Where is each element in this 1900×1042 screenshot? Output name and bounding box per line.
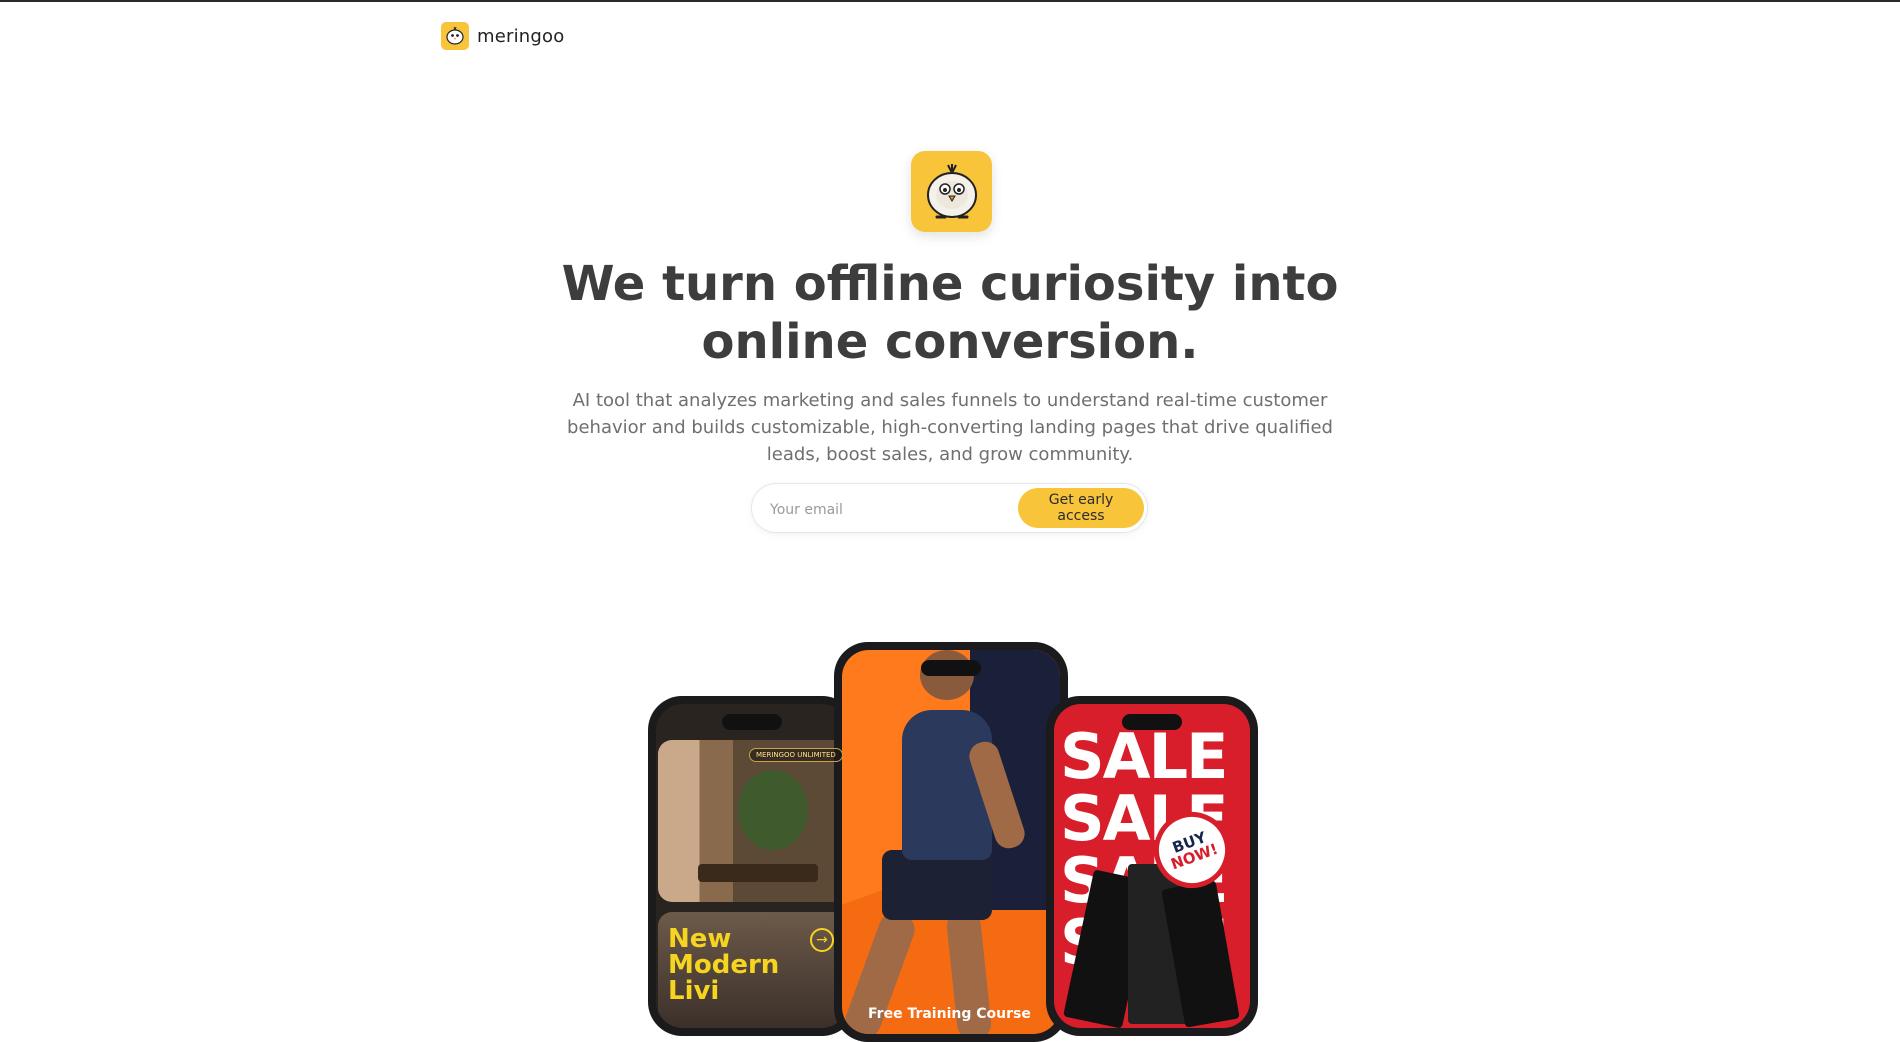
table-image: [698, 864, 818, 882]
brand-name: meringoo: [477, 25, 565, 47]
listing-card: New Modern Livi →: [658, 912, 846, 1028]
arrow-right-icon: →: [810, 928, 834, 952]
email-input[interactable]: [768, 494, 1002, 526]
top-border: [0, 0, 1900, 2]
chick-mascot-icon: [441, 22, 469, 50]
phone-notch: [1122, 714, 1182, 730]
brand-logo-link[interactable]: meringoo: [441, 22, 564, 50]
headline-line-2: online conversion.: [701, 314, 1199, 370]
phone-right-screen: SALE SALE SALE SALE BUY NOW!: [1054, 704, 1250, 1028]
sale-text: SALE: [1060, 720, 1228, 793]
phone-mockup-left: MERINGOO UNLIMITED New Modern Livi →: [648, 696, 856, 1036]
listing-title: New Modern Livi: [668, 924, 780, 1006]
runner-shorts: [882, 850, 992, 920]
headline-line-1: We turn offline curiosity into: [561, 256, 1339, 312]
phone-mockup-center: Free Training Course: [834, 642, 1068, 1042]
phone-notch: [722, 714, 782, 730]
phone-left-screen: MERINGOO UNLIMITED New Modern Livi →: [656, 704, 848, 1028]
phone-center-screen: Free Training Course: [842, 650, 1060, 1034]
plant-image: [738, 770, 808, 850]
hero-headline: We turn offline curiosity into online co…: [450, 255, 1450, 371]
get-early-access-button[interactable]: Get early access: [1018, 488, 1144, 528]
brand-badge: MERINGOO UNLIMITED: [749, 748, 843, 762]
promo-caption: Free Training Course: [868, 1006, 1031, 1022]
mascot-logo-icon: [911, 151, 992, 232]
interior-photo: [658, 740, 846, 902]
phone-mockup-right: SALE SALE SALE SALE BUY NOW!: [1046, 696, 1258, 1036]
signup-form: Get early access: [751, 483, 1148, 533]
hero-subtext: AI tool that analyzes marketing and sale…: [567, 390, 1333, 465]
phone-notch: [921, 660, 981, 676]
